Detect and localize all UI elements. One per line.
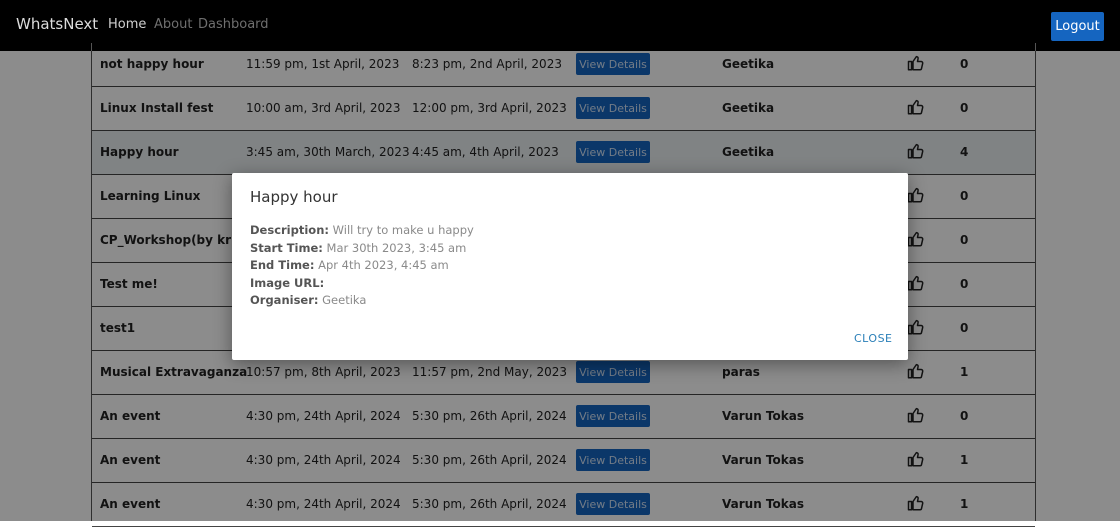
modal-body: Description: Will try to make u happy St… <box>250 222 474 310</box>
modal-description: Description: Will try to make u happy <box>250 223 474 237</box>
brand-logo[interactable]: WhatsNext <box>16 15 98 33</box>
nav-dashboard[interactable]: Dashboard <box>198 17 269 32</box>
modal-image-url: Image URL: <box>250 275 325 290</box>
close-button[interactable]: CLOSE <box>854 332 893 345</box>
event-details-modal: Happy hour Description: Will try to make… <box>232 173 908 360</box>
nav-home[interactable]: Home <box>108 17 146 32</box>
modal-end-time: End Time: Apr 4th 2023, 4:45 am <box>250 258 449 272</box>
logout-button[interactable]: Logout <box>1051 12 1104 41</box>
modal-start-time: Start Time: Mar 30th 2023, 3:45 am <box>250 240 467 255</box>
modal-organiser: Organiser: Geetika <box>250 293 367 307</box>
nav-about[interactable]: About <box>154 17 192 32</box>
modal-title: Happy hour <box>250 188 338 206</box>
